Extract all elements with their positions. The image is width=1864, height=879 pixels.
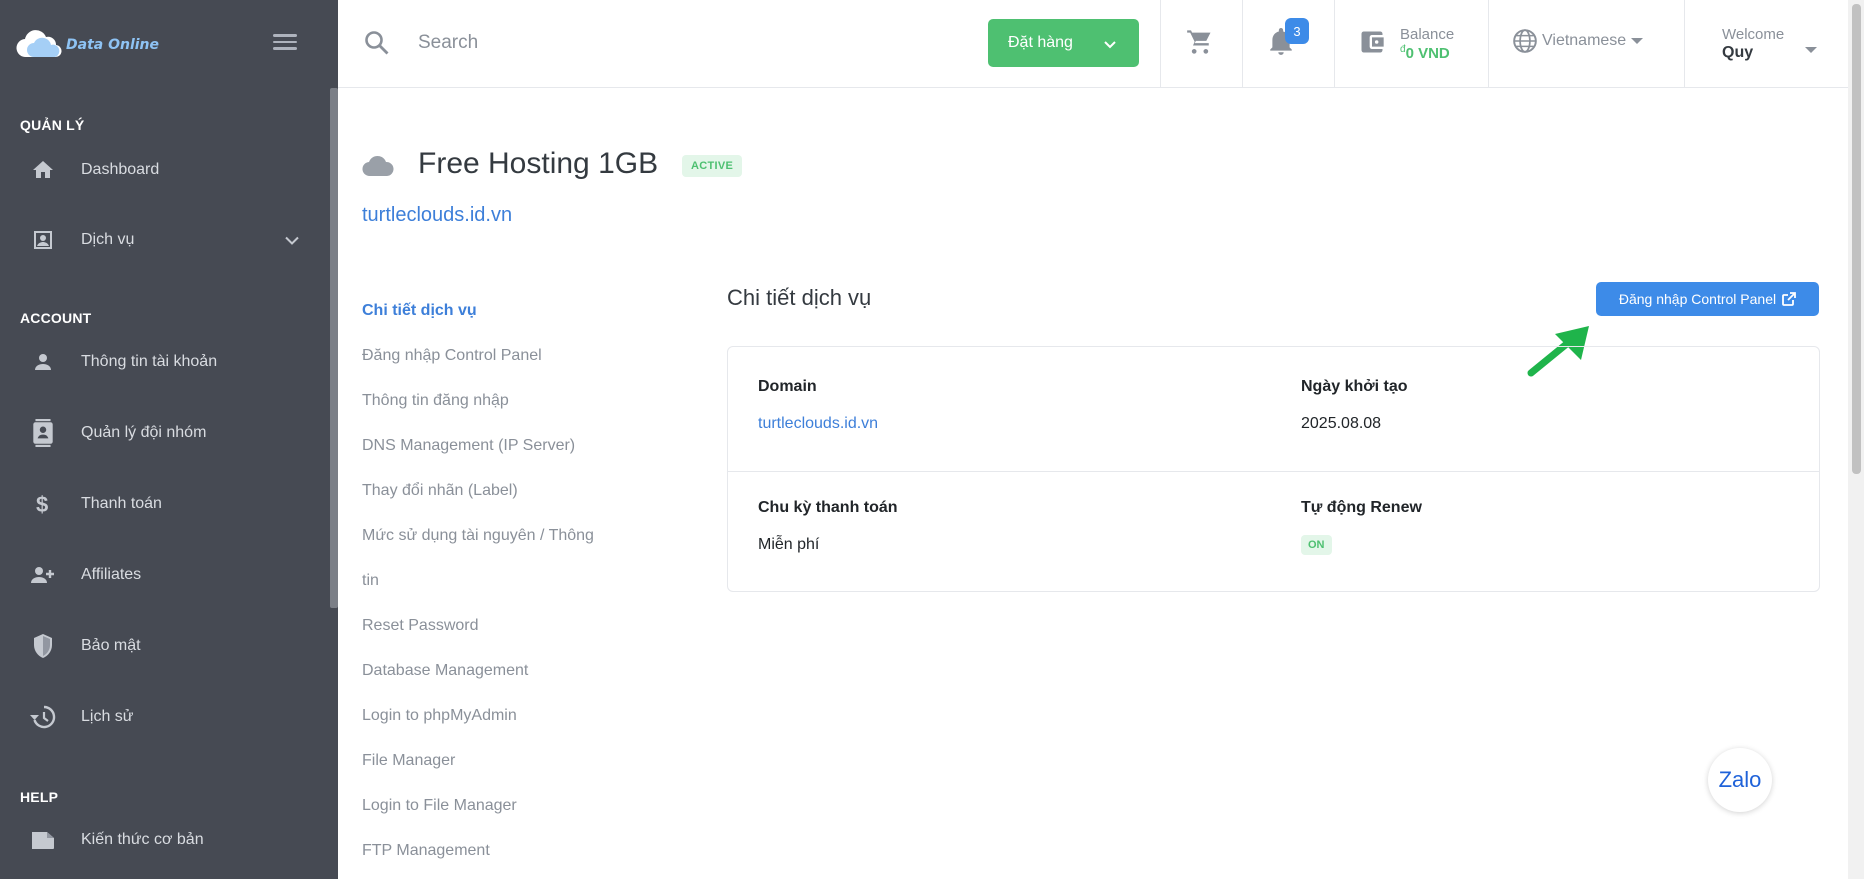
subnav-database-management[interactable]: Database Management xyxy=(362,648,642,693)
sidebar: Data Online QUẢN LÝ Dashboard Dịch vụ AC… xyxy=(0,0,338,879)
dollar-icon: $ xyxy=(28,489,58,519)
subnav-file-manager[interactable]: File Manager xyxy=(362,738,642,783)
sidebar-item-label: Bảo mật xyxy=(81,637,141,654)
external-link-icon xyxy=(1782,292,1797,306)
subnav-login-file-manager[interactable]: Login to File Manager xyxy=(362,783,642,828)
sidebar-item-lich-su[interactable]: Lịch sử xyxy=(0,687,330,747)
user-icon xyxy=(28,347,58,377)
subnav-thay-doi-nhan[interactable]: Thay đổi nhãn (Label) xyxy=(362,468,642,513)
shield-icon xyxy=(28,631,58,661)
history-icon xyxy=(28,702,58,732)
subnav-login-phpmyadmin[interactable]: Login to phpMyAdmin xyxy=(362,693,642,738)
sidebar-item-thanh-toan[interactable]: $ Thanh toán xyxy=(0,474,330,534)
sidebar-item-label: Quản lý đội nhóm xyxy=(81,424,207,441)
book-icon xyxy=(28,825,58,855)
wallet-icon xyxy=(1358,28,1386,60)
top-header: Đặt hàng 3 Balance đ0 VND Vietnamese Wel… xyxy=(338,0,1848,88)
subnav-dang-nhap-control-panel[interactable]: Đăng nhập Control Panel xyxy=(362,333,642,378)
page-title: Free Hosting 1GB xyxy=(418,147,659,180)
sidebar-item-quan-ly-doi-nhom[interactable]: Quản lý đội nhóm xyxy=(0,403,330,463)
chevron-down-icon xyxy=(1103,37,1117,55)
subnav-dns-management[interactable]: DNS Management (IP Server) xyxy=(362,423,642,468)
created-date-value: 2025.08.08 xyxy=(1301,415,1382,432)
caret-down-icon[interactable] xyxy=(1804,40,1818,59)
page-scrollbar[interactable] xyxy=(1848,0,1864,879)
header-divider xyxy=(1242,0,1243,88)
section-quan-ly: QUẢN LÝ xyxy=(20,117,85,133)
sidebar-item-label: Kiến thức cơ bản xyxy=(81,831,204,848)
auto-renew-label: Tự động Renew xyxy=(1301,499,1422,516)
domain-label: Domain xyxy=(758,378,817,395)
auto-renew-badge: ON xyxy=(1301,535,1332,555)
globe-icon xyxy=(1513,29,1537,53)
sidebar-item-label: Dashboard xyxy=(81,161,160,178)
subnav-thong-tin-dang-nhap[interactable]: Thông tin đăng nhập xyxy=(362,378,642,423)
billing-cycle-value: Miễn phí xyxy=(758,536,820,553)
order-button-label: Đặt hàng xyxy=(1008,34,1073,51)
zalo-chat-button[interactable]: Zalo xyxy=(1708,748,1772,812)
service-domain-link[interactable]: turtleclouds.id.vn xyxy=(362,204,512,227)
section-title: Chi tiết dịch vụ xyxy=(727,285,872,310)
section-account: ACCOUNT xyxy=(20,310,92,326)
welcome-label[interactable]: Welcome xyxy=(1722,26,1784,43)
home-icon xyxy=(28,155,58,185)
sidebar-item-thong-tin-tai-khoan[interactable]: Thông tin tài khoản xyxy=(0,332,330,392)
balance-label: Balance xyxy=(1400,26,1455,43)
caret-down-icon xyxy=(1631,38,1644,44)
created-date-label: Ngày khởi tạo xyxy=(1301,378,1408,395)
section-help: HELP xyxy=(20,789,59,805)
sidebar-item-label: Thông tin tài khoản xyxy=(81,353,218,370)
control-panel-login-label: Đăng nhập Control Panel xyxy=(1618,291,1777,307)
order-button[interactable]: Đặt hàng xyxy=(988,19,1139,67)
balance-amount: 0 VND xyxy=(1405,45,1450,62)
sidebar-item-affiliates[interactable]: Affiliates xyxy=(0,545,330,605)
notification-badge: 3 xyxy=(1285,18,1309,44)
svg-text:$: $ xyxy=(36,492,48,517)
sidebar-item-bao-mat[interactable]: Bảo mật xyxy=(0,616,330,676)
subnav-muc-su-dung-tai-nguyen-cont[interactable]: tin xyxy=(362,558,642,603)
domain-value-link[interactable]: turtleclouds.id.vn xyxy=(758,415,878,433)
cart-icon[interactable] xyxy=(1186,28,1214,60)
brand-name: Data Online xyxy=(66,37,160,53)
subnav-reset-password[interactable]: Reset Password xyxy=(362,603,642,648)
service-icon xyxy=(28,225,58,255)
service-details-card: Domain turtleclouds.id.vn Ngày khởi tạo … xyxy=(727,346,1820,592)
subnav-muc-su-dung-tai-nguyen[interactable]: Mức sử dụng tài nguyên / Thông xyxy=(362,513,642,558)
sidebar-item-label: Thanh toán xyxy=(81,495,162,512)
language-label: Vietnamese xyxy=(1542,32,1627,49)
scrollbar-thumb[interactable] xyxy=(1852,4,1861,474)
header-divider xyxy=(1488,0,1489,88)
control-panel-login-button[interactable]: Đăng nhập Control Panel xyxy=(1596,282,1819,316)
cloud-logo-icon xyxy=(16,30,62,58)
menu-toggle-icon[interactable] xyxy=(270,30,300,60)
chevron-down-icon xyxy=(284,231,300,250)
sidebar-item-kien-thuc-co-ban[interactable]: Kiến thức cơ bản xyxy=(0,810,330,870)
sidebar-item-label: Lịch sử xyxy=(81,708,134,725)
sidebar-scrollbar[interactable] xyxy=(330,88,338,608)
header-divider xyxy=(1334,0,1335,88)
card-divider xyxy=(728,471,1819,472)
header-divider xyxy=(1684,0,1685,88)
sidebar-item-label: Affiliates xyxy=(81,566,142,583)
service-subnav: Chi tiết dịch vụ Đăng nhập Control Panel… xyxy=(362,288,642,873)
logo[interactable]: Data Online xyxy=(14,30,159,60)
balance-value: đ0 VND xyxy=(1400,44,1450,62)
subnav-chi-tiet-dich-vu[interactable]: Chi tiết dịch vụ xyxy=(362,288,642,333)
sidebar-item-dashboard[interactable]: Dashboard xyxy=(0,140,330,200)
sidebar-item-label: Dịch vụ xyxy=(81,231,135,248)
contacts-icon xyxy=(28,418,58,448)
search-icon[interactable] xyxy=(364,30,390,60)
language-selector[interactable]: Vietnamese xyxy=(1512,28,1644,54)
zalo-label: Zalo xyxy=(1718,767,1762,792)
subnav-ftp-management[interactable]: FTP Management xyxy=(362,828,642,873)
user-plus-icon xyxy=(28,560,58,590)
cloud-icon xyxy=(362,155,394,181)
billing-cycle-label: Chu kỳ thanh toán xyxy=(758,499,898,516)
search-input[interactable] xyxy=(418,26,798,60)
sidebar-item-dich-vu[interactable]: Dịch vụ xyxy=(0,210,330,270)
header-divider xyxy=(1160,0,1161,88)
status-badge: ACTIVE xyxy=(682,155,743,177)
user-name[interactable]: Quy xyxy=(1722,44,1753,62)
